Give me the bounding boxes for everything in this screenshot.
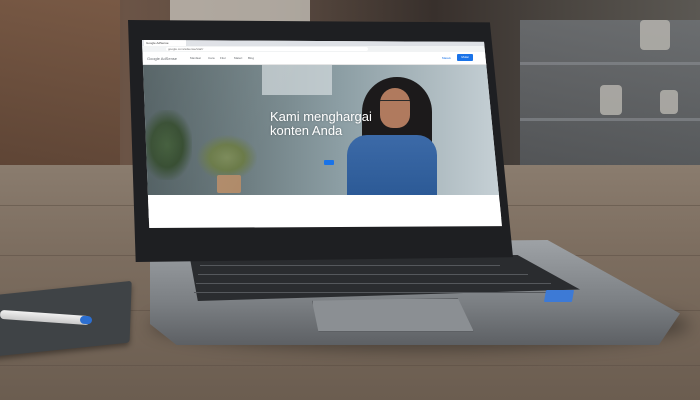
shelf-board — [520, 62, 700, 65]
address-field[interactable]: google.com/adsense/start/ — [166, 47, 368, 51]
nav-item[interactable]: Materi — [234, 56, 242, 60]
background-door — [0, 0, 120, 175]
hero-person-shirt — [347, 135, 437, 195]
login-link[interactable]: Masuk — [442, 56, 451, 60]
keyboard-row — [196, 283, 551, 284]
hero-plant — [142, 110, 192, 180]
keyboard-row — [198, 274, 528, 275]
hero-plant-pot — [217, 175, 241, 193]
hero-title: Kami menghargai konten Anda — [270, 110, 420, 138]
nav-item[interactable]: Fitur — [220, 56, 226, 60]
laptop-sticker — [543, 290, 575, 302]
laptop-screen: Google AdSense google.com/adsense/start/… — [142, 40, 502, 228]
hero-button[interactable] — [324, 160, 334, 165]
shelf-board — [520, 118, 700, 121]
nav-item[interactable]: Manfaat — [190, 56, 201, 60]
hero-title-line: konten Anda — [270, 123, 343, 138]
nav-item[interactable]: Cara — [208, 56, 215, 60]
hero-background-window — [262, 65, 332, 95]
site-logo[interactable]: Google AdSense — [147, 56, 177, 61]
table-plank-line — [0, 365, 700, 366]
keyboard-row — [200, 265, 500, 266]
hero-subtitle — [270, 145, 390, 153]
cookie-banner — [142, 200, 502, 218]
shelf-jar — [600, 85, 622, 115]
hero-plant — [197, 135, 257, 180]
shelf-jar — [660, 90, 678, 114]
hero-person-glasses — [380, 100, 410, 107]
shelf-jar — [640, 20, 670, 50]
touchpad — [312, 298, 474, 332]
keyboard-row — [194, 292, 564, 293]
nav-item[interactable]: Blog — [248, 56, 254, 60]
pen-cap — [79, 315, 93, 325]
hero-title-line: Kami menghargai — [270, 109, 372, 124]
start-button[interactable]: Mulai — [457, 54, 473, 61]
